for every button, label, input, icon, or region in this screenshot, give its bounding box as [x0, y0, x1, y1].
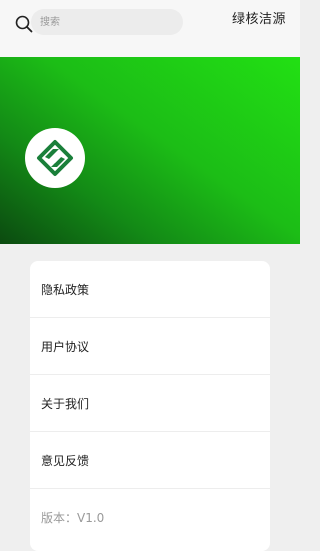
menu-item-label: 关于我们	[41, 396, 90, 411]
menu-item-privacy-policy[interactable]: 隐私政策	[30, 261, 270, 318]
top-bar: 绿核洁源	[0, 0, 300, 57]
search-input[interactable]	[31, 9, 183, 35]
green-diamond-logo-icon	[37, 140, 73, 176]
brand-title: 绿核洁源	[231, 12, 286, 27]
version-info: 版本：V1.0	[30, 489, 270, 546]
menu-item-label: 意见反馈	[41, 453, 90, 468]
menu-item-about-us[interactable]: 关于我们	[30, 375, 270, 432]
settings-menu: 隐私政策 用户协议 关于我们 意见反馈 版本：V1.0	[30, 261, 270, 551]
app-logo	[25, 128, 85, 188]
menu-item-label: 用户协议	[41, 339, 90, 354]
menu-item-feedback[interactable]: 意见反馈	[30, 432, 270, 489]
version-label: 版本：V1.0	[41, 511, 105, 525]
menu-item-user-agreement[interactable]: 用户协议	[30, 318, 270, 375]
menu-item-label: 隐私政策	[41, 282, 90, 297]
